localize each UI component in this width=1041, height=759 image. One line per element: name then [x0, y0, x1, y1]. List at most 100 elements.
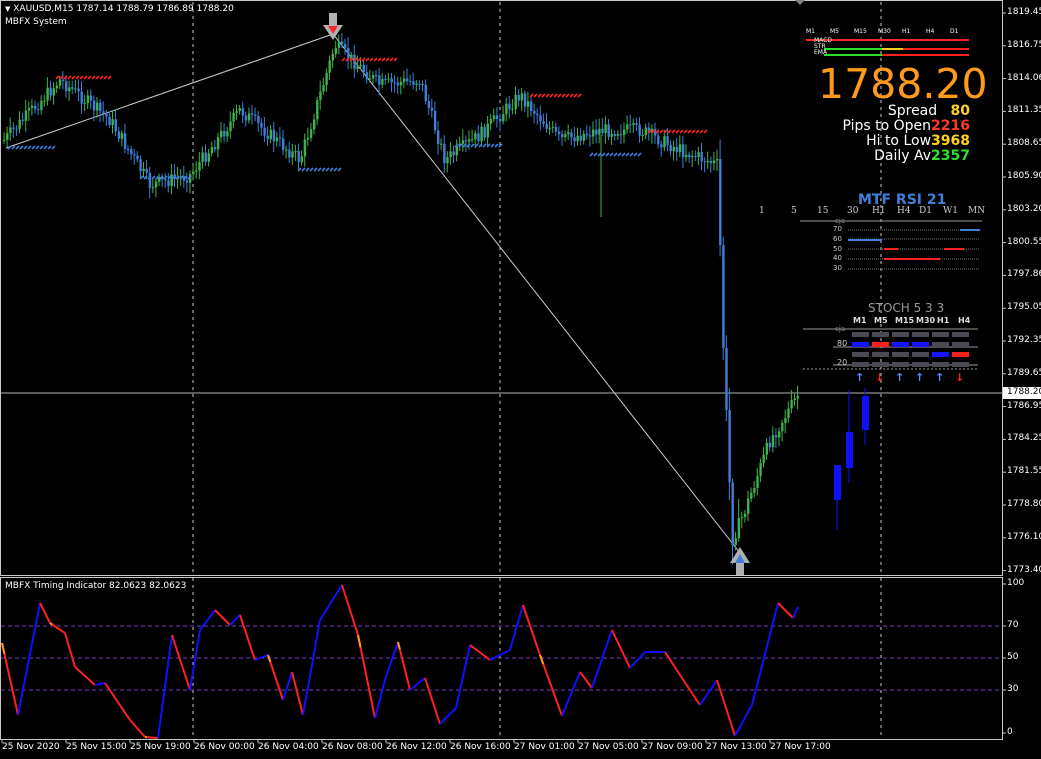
candle-body [46, 87, 49, 101]
oscillator-turn [1, 642, 6, 655]
candle-body [511, 109, 514, 111]
candle-body [468, 139, 471, 142]
candle-body [672, 146, 675, 152]
candle-body [142, 168, 145, 172]
price-axis-label: 1792.35 [1007, 335, 1041, 345]
candle-body [548, 127, 551, 129]
price-axis-label: 1797.86 [1007, 269, 1041, 280]
candle-body [747, 498, 750, 514]
price-axis-label: 1781.55 [1007, 466, 1041, 477]
price-axis-label: 1803.20 [1007, 203, 1041, 214]
signal-tick [313, 167, 318, 172]
rsi-level-label: 40 [833, 254, 842, 263]
stoch-cell [912, 332, 929, 337]
stoch-cell [892, 342, 909, 347]
candle-body [638, 124, 641, 136]
indicator-levels [1, 625, 1002, 691]
stoch-level-label: 20 [837, 358, 848, 367]
candle-body [83, 103, 86, 105]
candle-body [712, 160, 716, 164]
candle-body [480, 126, 483, 142]
candle-body [576, 135, 579, 142]
candle-body [517, 94, 520, 101]
signal-tick [695, 129, 700, 134]
rsi-timeframe-label: 1 [759, 206, 765, 216]
signal-tick [27, 145, 32, 150]
candle-body [409, 81, 412, 83]
candle-body [111, 119, 114, 126]
candle-body [709, 161, 713, 164]
candle-body [731, 482, 734, 545]
candle-body [71, 87, 74, 90]
candle-body [251, 113, 254, 115]
rsi-level-label: 30 [833, 264, 842, 273]
signal-tick [679, 129, 684, 134]
candle-body [80, 91, 83, 104]
candle-body [728, 410, 731, 483]
daily-av-row: Daily Av2357 [874, 148, 970, 164]
candle-body [499, 118, 502, 122]
candle-body [105, 113, 108, 117]
candle-body [557, 131, 561, 135]
candle-body [415, 83, 418, 85]
signal-tick [301, 167, 306, 172]
time-axis-label: 27 Nov 17:00 [770, 742, 831, 752]
svg-text:↑: ↑ [915, 371, 924, 383]
candle-body [722, 245, 725, 349]
signal-tick [321, 167, 326, 172]
rsi-level-label: 70 [833, 225, 842, 233]
candle-body [526, 101, 530, 107]
candle-body [579, 135, 582, 141]
oscillator-segment [171, 634, 191, 691]
pips-open-row: Pips to Open2216 [842, 118, 970, 134]
stoch-cell [852, 362, 869, 367]
chart-header: ▼ XAUUSD,M15 1787.14 1788.79 1786.89 178… [5, 4, 234, 15]
signal-tick [675, 129, 680, 134]
time-axis-label: 25 Nov 15:00 [66, 742, 127, 752]
candle-body [539, 115, 542, 122]
timing-oscillator [1, 584, 799, 739]
oscillator-segment [214, 609, 231, 626]
trading-terminal-chart: ▼ XAUUSD,M15 1787.14 1788.79 1786.89 178… [0, 0, 1041, 759]
svg-text:↑: ↑ [855, 371, 864, 383]
candle-body [592, 129, 595, 137]
signal-tick [55, 75, 60, 80]
stoch-timeframe-label: M1 [853, 316, 867, 325]
candle-body [719, 158, 722, 246]
oscillator-segment [229, 614, 241, 626]
candle-body [201, 152, 204, 163]
candle-body [585, 133, 589, 136]
candle-body [449, 151, 452, 158]
trend-timeframe-label: M5 [830, 28, 839, 35]
price-axis-label: 1811.35 [1007, 105, 1041, 116]
candle-body [740, 516, 744, 518]
candle-body [198, 162, 201, 171]
candle-body [151, 187, 155, 189]
stoch-cell [952, 352, 969, 357]
candle-body [433, 110, 437, 131]
stoch-cell [932, 332, 949, 337]
rsi-timeframe-label: D1 [919, 206, 932, 216]
price-axis-label: 1814.06 [1007, 72, 1041, 83]
time-axis-label: 26 Nov 04:00 [258, 742, 319, 752]
price-axis-label: 1778.80 [1007, 499, 1041, 509]
signal-tick [529, 93, 534, 98]
rsi-level-label: 50 [833, 244, 842, 253]
signal-tick [621, 152, 626, 157]
candle-body [145, 168, 148, 173]
current-price-tag: 1788.20 [1003, 387, 1041, 399]
candle-body [331, 53, 334, 61]
rsi-timeframe-label: H1 [872, 206, 886, 216]
candle-body [328, 60, 331, 73]
chart-shift-marker[interactable] [795, 0, 805, 5]
candle-body [139, 159, 142, 172]
candle-body [399, 81, 403, 86]
dropdown-icon[interactable]: ▼ [5, 5, 10, 13]
oscillator-segment [17, 602, 41, 716]
big-price-display: 1788.20 [818, 60, 988, 108]
candle-body [309, 129, 313, 138]
candle-body [334, 47, 338, 54]
oscillator-segment [522, 604, 541, 656]
candle-body [49, 87, 52, 96]
candle-body [790, 400, 793, 409]
